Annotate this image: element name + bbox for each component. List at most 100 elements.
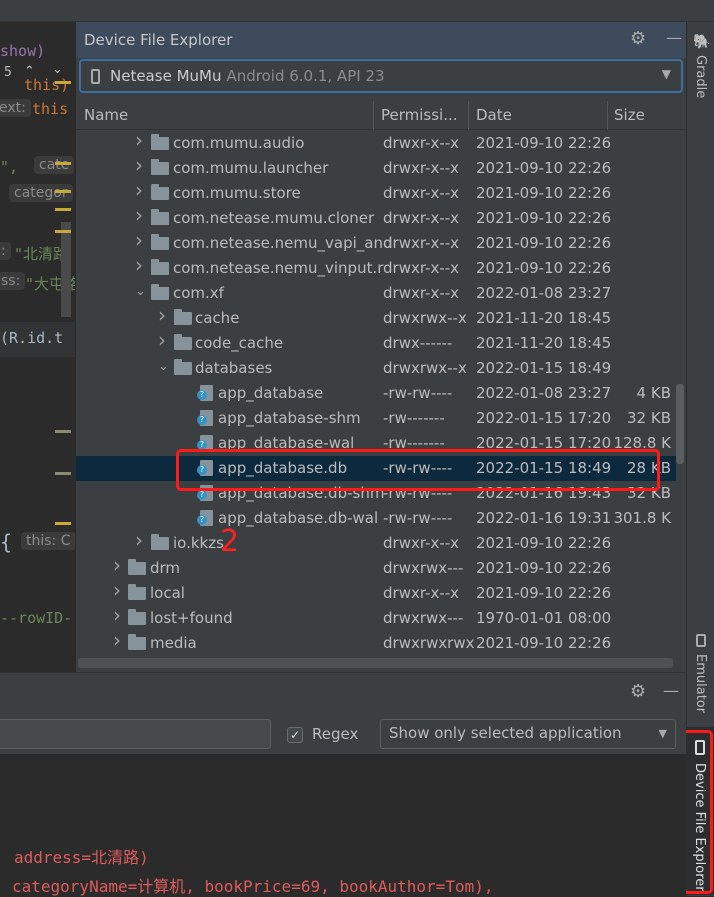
tree-row[interactable]: › com.mumu.store drwxr-x--x 2021-09-10 22:2… [76, 178, 676, 206]
param-hint: categor [9, 184, 73, 202]
chevron-right-icon[interactable]: › [113, 553, 121, 577]
gradle-tab[interactable]: Gradle [693, 55, 708, 98]
file-name: io.kkzs [173, 534, 224, 552]
file-date: 2022-01-15 17:20 [476, 409, 612, 427]
chevron-right-icon[interactable]: › [135, 178, 143, 202]
regex-checkbox[interactable]: ✓ [287, 727, 303, 743]
tree-row[interactable]: ⌄ com.xf drwxr-x--x 2022-01-08 23:27 [76, 281, 676, 306]
folder-icon [151, 534, 169, 550]
top-bar [0, 0, 714, 22]
column-size[interactable]: Size [614, 106, 645, 124]
folder-icon [128, 609, 146, 625]
chevron-right-icon[interactable]: › [135, 228, 143, 252]
tree-row[interactable]: › lost+found drwxrwx--- 1970-01-01 08:00 [76, 603, 676, 631]
code-text: { [0, 530, 13, 554]
folder-icon [151, 184, 169, 200]
search-input[interactable] [0, 719, 271, 749]
tree-row[interactable]: › media drwxrwxrwx 2021-09-10 22:26 [76, 628, 676, 655]
file-name: local [150, 584, 185, 602]
device-selector[interactable]: Netease MuMu Android 6.0.1, API 23 ▼ [79, 59, 683, 93]
folder-icon [174, 334, 192, 350]
tree-row[interactable]: › com.mumu.launcher drwxr-x--x 2021-09-10 2… [76, 153, 676, 181]
vertical-scrollbar[interactable] [676, 384, 684, 464]
horizontal-scrollbar[interactable] [78, 658, 673, 668]
file-permissions: drwxr-x--x [383, 534, 460, 552]
column-date[interactable]: Date [476, 106, 512, 124]
chevron-right-icon[interactable]: › [113, 578, 121, 602]
tree-row[interactable]: › code_cache drwx------ 2021-11-20 18:45 [76, 328, 676, 356]
tree-row[interactable]: app_database.db-wal-rw-rw---- 2022-01-16 … [76, 506, 676, 531]
file-permissions: drwxr-x--x [383, 259, 460, 277]
minimize-icon[interactable]: — [666, 28, 682, 47]
minimize-icon[interactable]: — [663, 681, 679, 700]
folder-icon [128, 584, 146, 600]
chevron-down-icon[interactable]: ⌄ [135, 284, 146, 299]
chevron-down-icon: ▼ [661, 67, 671, 81]
annotation-step-2: 2 [220, 524, 240, 559]
file-date: 2021-09-10 22:26 [476, 559, 612, 577]
chevron-right-icon[interactable]: › [158, 328, 166, 352]
gear-icon[interactable]: ⚙ [630, 28, 646, 49]
file-date: 2021-09-10 22:26 [476, 534, 612, 552]
file-permissions: drwxr-x--x [383, 584, 460, 602]
scrollbar[interactable] [61, 222, 71, 317]
code-editor[interactable]: show) 5 ⌃ ⌄ this) ext: this ", cate cate… [0, 22, 75, 672]
code-text: "北清路 [14, 245, 69, 263]
emulator-tab[interactable]: Emulator [693, 654, 708, 713]
device-name: Netease MuMu [110, 67, 222, 85]
column-name[interactable]: Name [84, 106, 128, 124]
chevron-right-icon[interactable]: › [113, 628, 121, 652]
file-name: com.mumu.audio [173, 134, 305, 152]
file-unknown-icon [197, 410, 213, 426]
device-info: Android 6.0.1, API 23 [226, 67, 385, 85]
chevron-down-icon: ▼ [658, 727, 667, 740]
param-hint: ext: [0, 99, 31, 117]
file-name: lost+found [150, 609, 233, 627]
app-filter-value: Show only selected application [389, 724, 622, 742]
file-permissions: drwxrwx--x [383, 309, 467, 327]
tree-row[interactable]: › com.mumu.audio drwxr-x--x 2021-09-10 22:2… [76, 131, 676, 156]
file-date: 2021-09-10 22:26 [476, 184, 612, 202]
file-name: app_database.db-wal [218, 509, 379, 527]
tree-row[interactable]: app_database-shm -rw------- 2022-01-15 17:… [76, 406, 676, 431]
file-unknown-icon [197, 510, 213, 526]
file-unknown-icon [197, 385, 213, 401]
file-permissions: drwxrwx--- [383, 559, 464, 577]
tree-row[interactable]: › drm drwxrwx--- 2021-09-10 22:26 [76, 553, 676, 581]
chevron-right-icon[interactable]: › [135, 153, 143, 177]
file-name: com.xf [173, 284, 224, 302]
file-date: 2022-01-08 23:27 [476, 284, 612, 302]
gradle-icon: 🐘 [693, 34, 711, 50]
tree-row[interactable]: › cache drwxrwx--x 2021-11-20 18:45 [76, 303, 676, 331]
file-name: databases [195, 359, 273, 377]
column-permissions[interactable]: Permissi... [381, 106, 458, 124]
chevron-right-icon[interactable]: › [135, 131, 143, 152]
chevron-down-icon[interactable]: ⌄ [158, 359, 169, 374]
chevron-right-icon[interactable]: › [113, 603, 121, 627]
regex-label: Regex [312, 725, 359, 743]
chevron-right-icon[interactable]: › [135, 253, 143, 277]
chevron-right-icon[interactable]: › [158, 303, 166, 327]
code-text: this [32, 100, 69, 118]
chevron-right-icon[interactable]: › [135, 528, 143, 552]
next-match-icon[interactable]: ⌄ [52, 62, 63, 77]
tree-row[interactable]: › io.kkzs drwxr-x--x 2021-09-10 22:26 [76, 528, 676, 556]
app-filter-dropdown[interactable]: Show only selected application ▼ [380, 719, 676, 749]
folder-icon [128, 634, 146, 650]
tree-row[interactable]: › com.netease.nemu_vapi_and drwxr-x--x 2021… [76, 228, 676, 256]
chevron-right-icon[interactable]: › [135, 203, 143, 227]
tree-row[interactable]: › com.netease.nemu_vinput.r drwxr-x--x 2021… [76, 253, 676, 281]
tree-row[interactable]: app_database -rw-rw---- 2022-01-08 23:27 4 … [76, 381, 676, 406]
tree-row[interactable]: ⌄ databases drwxrwx--x 2022-01-15 18:49 [76, 356, 676, 381]
logcat-panel: ⚙ — ✓ Regex Show only selected applicati… [0, 672, 686, 896]
gear-icon[interactable]: ⚙ [630, 681, 646, 702]
tree-row[interactable]: › local drwxr-x--x 2021-09-10 22:26 [76, 578, 676, 606]
tree-row[interactable]: › com.netease.mumu.cloner drwxr-x--x 2021-0… [76, 203, 676, 231]
file-permissions: drwxr-x--x [383, 209, 460, 227]
folder-icon [151, 159, 169, 175]
file-permissions: drwxrwx--x [383, 359, 467, 377]
table-header: Name Permissi... Date Size [76, 101, 687, 130]
param-hint: this: C [21, 532, 75, 550]
param-hint: cate [34, 156, 75, 174]
folder-icon [151, 284, 169, 300]
